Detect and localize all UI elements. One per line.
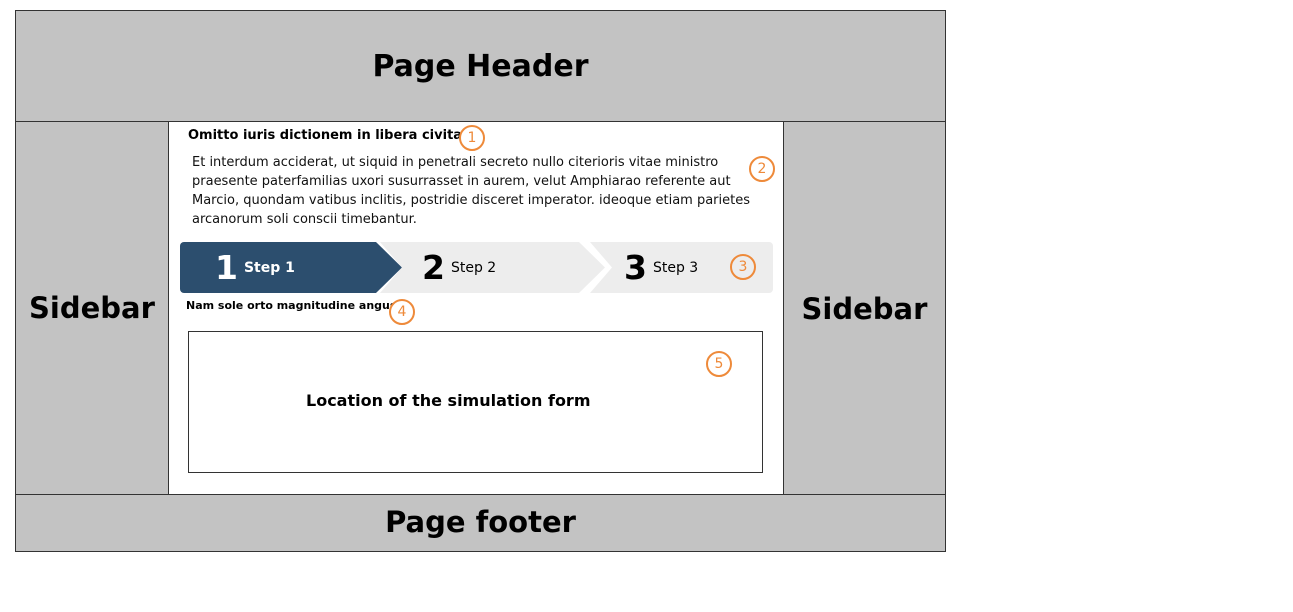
step-subtitle: Nam sole orto magnitudine angusti (186, 299, 406, 312)
page-footer-label: Page footer (385, 505, 576, 539)
sidebar-left-label: Sidebar (29, 291, 155, 325)
step-2[interactable]: 2 Step 2 (380, 242, 605, 293)
page-header: Page Header (15, 10, 946, 122)
simulation-form-label: Location of the simulation form (306, 391, 591, 410)
step-3-number: 3 (624, 248, 647, 287)
marker-3: 3 (730, 254, 756, 280)
marker-2: 2 (749, 156, 775, 182)
marker-1: 1 (459, 125, 485, 151)
step-1-number: 1 (215, 248, 238, 287)
sidebar-left: Sidebar (15, 121, 169, 495)
step-2-number: 2 (422, 248, 445, 287)
step-1[interactable]: 1 Step 1 (180, 242, 402, 293)
marker-4: 4 (389, 299, 415, 325)
content-title: Omitto iuris dictionem in libera civitat… (188, 128, 478, 143)
page-footer: Page footer (15, 494, 946, 552)
step-1-label: Step 1 (243, 259, 295, 276)
step-3-label: Step 3 (652, 259, 699, 276)
marker-5: 5 (706, 351, 732, 377)
sidebar-right-label: Sidebar (801, 292, 928, 326)
sidebar-right: Sidebar (783, 121, 946, 495)
content-paragraph: Et interdum acciderat, ut siquid in pene… (192, 155, 750, 227)
step-2-label: Step 2 (450, 259, 497, 276)
page-header-label: Page Header (372, 48, 589, 84)
